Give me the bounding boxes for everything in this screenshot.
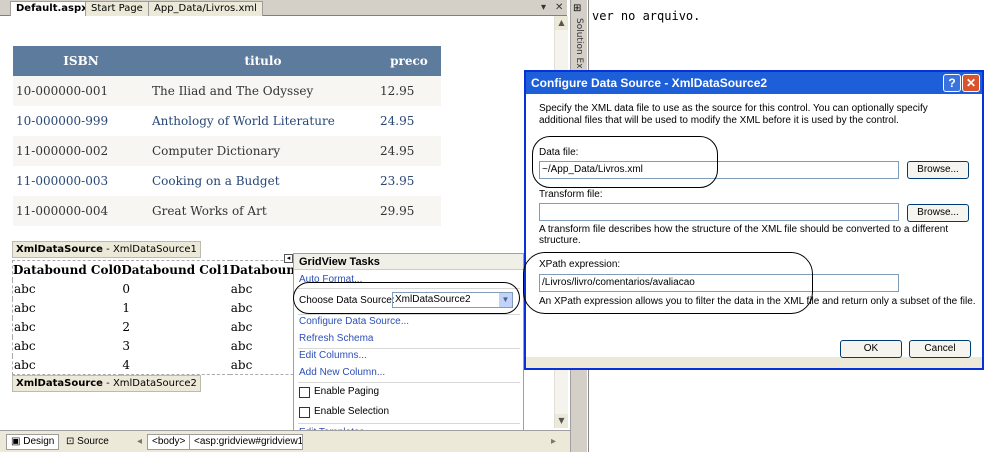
cell-preco: 12.95 [377,76,441,106]
table-header-row: Databound Col0 Databound Col1 Databound … [13,261,339,280]
enable-paging-label: Enable Paging [314,386,380,397]
solution-explorer-label: Solution Ex [574,18,584,69]
databound-gridview[interactable]: Databound Col0 Databound Col1 Databound … [12,260,340,375]
table-cell: 3 [122,339,131,353]
dialog-intro-text: Specify the XML data file to use as the … [539,103,928,126]
control-id-label: XmlDataSource1 [112,244,197,255]
divider [298,382,520,383]
dialog-title: Configure Data Source - XmlDataSource2 [526,72,982,94]
cell-isbn: 10-000000-001 [13,76,149,106]
divider [298,348,520,349]
control-id-label: XmlDataSource2 [112,378,197,389]
xmldatasource1-control[interactable]: XmlDataSource - XmlDataSource1 [12,241,201,258]
editor-text: ver no arquivo. [592,9,701,23]
close-document-icon[interactable]: ✕ [555,1,563,14]
table-row: 11-000000-002 Computer Dictionary 24.95 [13,136,441,166]
table-cell: abc [14,320,36,334]
enable-paging-checkbox[interactable] [299,387,310,398]
table-row: 10-000000-999 Anthology of World Literat… [13,106,441,136]
enable-selection-checkbox[interactable] [299,407,310,418]
edit-columns-link[interactable]: Edit Columns... [299,350,367,361]
breadcrumb-back-icon[interactable]: ◂ [137,435,142,449]
add-new-column-link[interactable]: Add New Column... [299,367,385,378]
table-cell: 1 [122,301,131,315]
table-cell: 4 [122,357,131,372]
cancel-button[interactable]: Cancel [909,340,971,358]
smart-tag-collapse-icon[interactable]: ◂ [284,254,293,263]
configure-data-source-dialog: Configure Data Source - XmlDataSource2 ?… [523,70,984,370]
column-header: Databound Col1 [121,263,230,278]
table-row: abc 0 abc [13,280,339,299]
refresh-schema-link[interactable]: Refresh Schema [299,333,373,344]
table-header-row: ISBN titulo preco [13,46,441,76]
source-view-label: Source [77,436,109,447]
configure-data-source-link[interactable]: Configure Data Source... [299,316,409,327]
tab-start-page[interactable]: Start Page [85,1,149,16]
transform-file-label: Transform file: [539,189,603,200]
cell-isbn: 11-000000-002 [13,136,149,166]
design-view-label: Design [23,436,55,447]
scroll-up-icon[interactable]: ▲ [555,16,568,30]
control-type-label: XmlDataSource [16,244,103,255]
table-cell: 2 [122,320,131,334]
enable-selection-label: Enable Selection [314,406,390,417]
cell-titulo: Computer Dictionary [149,136,377,166]
transform-help-text: A transform file describes how the struc… [539,224,949,246]
breadcrumb-forward-icon[interactable]: ▸ [551,435,556,449]
tasks-panel-title: GridView Tasks [294,254,523,270]
table-row: 11-000000-004 Great Works of Art 29.95 [13,196,441,226]
breadcrumb-body[interactable]: <body> [147,434,191,450]
table-row: abc 2 abc [13,318,339,337]
transform-file-browse-button[interactable]: Browse... [907,204,969,222]
pin-icon[interactable]: ⊞ [573,3,581,14]
help-icon[interactable]: ? [943,74,961,92]
xmldatasource2-control[interactable]: XmlDataSource - XmlDataSource2 [12,375,201,392]
designer-status-bar: ▣ Design ⊡ Source ◂ <body> <asp:gridview… [0,430,570,452]
document-tab-strip: Default.aspx* Start Page App_Data/Livros… [0,0,567,16]
table-cell: 0 [122,282,131,296]
cell-preco: 23.95 [377,166,441,196]
column-header-isbn: ISBN [13,46,149,76]
scroll-down-icon[interactable]: ▼ [555,414,568,428]
column-header-titulo: titulo [149,46,377,76]
column-header-preco: preco [377,46,441,76]
source-view-button[interactable]: ⊡ Source [66,435,109,449]
table-cell: abc [14,301,36,315]
cell-titulo: Cooking on a Budget [149,166,377,196]
table-row: abc 1 abc [13,299,339,318]
highlight-ellipse [293,282,520,314]
table-row: 10-000000-001 The Iliad and The Odyssey … [13,76,441,106]
cell-isbn: 10-000000-999 [13,106,149,136]
cell-titulo: Great Works of Art [149,196,377,226]
cell-titulo: The Iliad and The Odyssey [149,76,377,106]
column-header: Databound Col0 [13,263,122,278]
cell-isbn: 11-000000-003 [13,166,149,196]
table-cell: abc [14,282,36,296]
table-row: 11-000000-003 Cooking on a Budget 23.95 [13,166,441,196]
divider [298,423,520,424]
tab-livros-xml[interactable]: App_Data/Livros.xml [148,1,263,16]
table-row: abc 4 abc [13,356,339,375]
cell-preco: 24.95 [377,136,441,166]
highlight-ellipse [523,252,813,314]
data-file-browse-button[interactable]: Browse... [907,161,969,179]
table-cell: abc [14,339,36,353]
cell-preco: 29.95 [377,196,441,226]
breadcrumb-gridview[interactable]: <asp:gridview#gridview1> [189,434,303,450]
divider [298,314,520,315]
ok-button[interactable]: OK [840,340,902,358]
tab-list-dropdown-icon[interactable]: ▾ [541,1,546,14]
highlight-ellipse [532,136,718,188]
books-gridview[interactable]: ISBN titulo preco 10-000000-001 The Ilia… [13,46,441,226]
table-row: abc 3 abc [13,337,339,356]
close-icon[interactable]: ✕ [962,74,980,92]
cell-titulo: Anthology of World Literature [149,106,377,136]
table-cell: abc [14,357,36,372]
control-type-label: XmlDataSource [16,378,103,389]
cell-preco: 24.95 [377,106,441,136]
cell-isbn: 11-000000-004 [13,196,149,226]
design-view-button[interactable]: ▣ Design [6,434,60,450]
transform-file-input[interactable] [539,203,899,221]
